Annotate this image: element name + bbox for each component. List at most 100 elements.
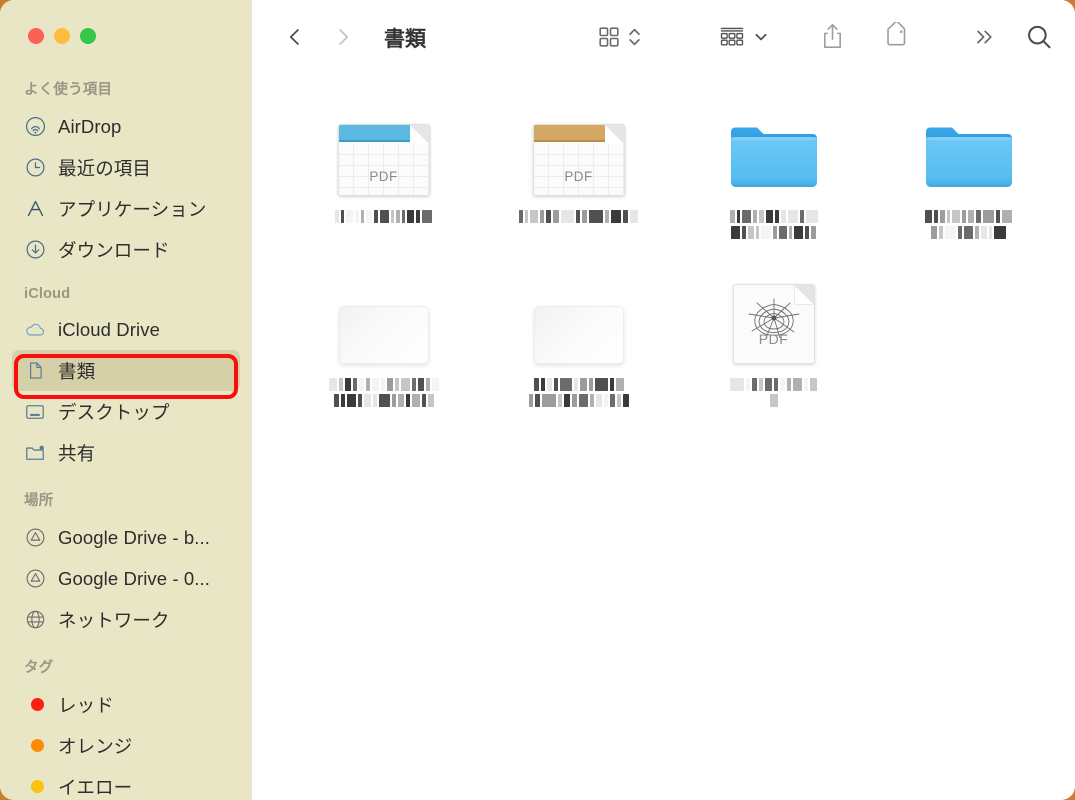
- redacted-pixel: [358, 378, 364, 391]
- tag-dot-icon: [24, 735, 46, 757]
- file-item[interactable]: PDF: [481, 98, 676, 266]
- redacted-pixel: [540, 378, 545, 391]
- sidebar-item-applications[interactable]: アプリケーション: [12, 188, 240, 229]
- chevron-right-icon: [332, 24, 354, 53]
- redacted-filename-line: [769, 394, 778, 407]
- redacted-pixel: [609, 378, 614, 391]
- sidebar-item-label: iCloud Drive: [58, 318, 160, 340]
- redacted-pixel: [416, 210, 420, 223]
- redacted-pixel: [421, 394, 426, 407]
- sidebar-item-desktop[interactable]: デスクトップ: [12, 391, 240, 432]
- file-item[interactable]: PDF: [676, 266, 871, 434]
- redacted-pixel: [623, 210, 628, 223]
- redacted-pixel: [341, 210, 344, 223]
- google-drive-icon: [24, 568, 46, 590]
- redacted-pixel: [976, 210, 981, 223]
- network-globe-icon: [24, 609, 46, 631]
- redacted-pixel: [787, 210, 798, 223]
- file-thumbnail: PDF: [337, 104, 430, 196]
- sidebar-item-documents[interactable]: 書類: [12, 350, 240, 391]
- redacted-filename-line: [333, 394, 434, 407]
- more-toolbar-items-button[interactable]: [971, 25, 997, 52]
- redacted-pixel: [752, 378, 757, 391]
- redacted-pixel: [589, 210, 603, 223]
- arrange-by-button[interactable]: [719, 25, 769, 52]
- redacted-pixel: [603, 394, 608, 407]
- sidebar-item-airdrop[interactable]: AirDrop: [12, 106, 240, 147]
- redacted-pixel: [525, 210, 528, 223]
- forward-button[interactable]: [326, 21, 360, 55]
- file-name[interactable]: [871, 210, 1066, 239]
- redacted-pixel: [546, 378, 552, 391]
- share-button[interactable]: [819, 22, 846, 54]
- file-name[interactable]: [286, 378, 481, 407]
- pdf-document-icon: PDF: [732, 284, 815, 364]
- redacted-pixel: [530, 210, 538, 223]
- redacted-pixel: [417, 378, 424, 391]
- redacted-pixel: [616, 394, 621, 407]
- sidebar-item-tag-red[interactable]: レッド: [12, 684, 240, 725]
- sidebar-item-icloud-drive[interactable]: iCloud Drive: [12, 309, 240, 350]
- share-icon: [819, 22, 846, 54]
- group-by-icon: [719, 25, 745, 52]
- file-name[interactable]: [676, 378, 871, 407]
- sidebar-item-recents[interactable]: 最近の項目: [12, 147, 240, 188]
- redacted-pixel: [378, 394, 390, 407]
- sidebar-item-tag-yellow[interactable]: イエロー: [12, 766, 240, 800]
- redacted-pixel: [805, 226, 809, 239]
- redacted-pixel: [780, 378, 785, 391]
- redacted-pixel: [605, 210, 609, 223]
- redacted-pixel: [563, 394, 570, 407]
- pdf-calendar-icon: PDF: [532, 124, 625, 196]
- redacted-pixel: [357, 394, 362, 407]
- redacted-pixel: [380, 378, 385, 391]
- redacted-pixel: [805, 210, 818, 223]
- file-name[interactable]: [481, 378, 676, 407]
- sidebar-item-tag-orange[interactable]: オレンジ: [12, 725, 240, 766]
- redacted-filename-line: [925, 210, 1012, 223]
- redacted-filename-line: [335, 210, 432, 223]
- back-button[interactable]: [278, 21, 312, 55]
- redacted-pixel: [422, 210, 432, 223]
- redacted-pixel: [741, 210, 751, 223]
- redacted-pixel: [730, 378, 744, 391]
- file-thumbnail: [728, 104, 820, 196]
- redacted-pixel: [939, 226, 943, 239]
- redacted-pixel: [945, 226, 956, 239]
- redacted-pixel: [769, 394, 778, 407]
- view-as-button[interactable]: [597, 25, 641, 52]
- redacted-pixel: [546, 210, 551, 223]
- redacted-pixel: [931, 226, 937, 239]
- file-item[interactable]: [481, 266, 676, 434]
- redacted-pixel: [363, 394, 371, 407]
- redacted-pixel: [528, 394, 533, 407]
- sidebar-item-label: 最近の項目: [58, 157, 152, 179]
- minimize-window-button[interactable]: [54, 28, 70, 44]
- close-window-button[interactable]: [28, 28, 44, 44]
- sidebar-item-google-drive-2[interactable]: Google Drive - 0...: [12, 558, 240, 599]
- folder-icon: [728, 119, 820, 196]
- file-item[interactable]: [286, 266, 481, 434]
- sidebar-item-downloads[interactable]: ダウンロード: [12, 229, 240, 270]
- redacted-pixel: [611, 210, 621, 223]
- file-thumbnail: PDF: [732, 272, 815, 364]
- redacted-pixel: [793, 378, 802, 391]
- redacted-pixel: [372, 394, 377, 407]
- add-tags-button[interactable]: [882, 20, 911, 54]
- redacted-pixel: [338, 378, 343, 391]
- file-name[interactable]: [481, 210, 676, 223]
- file-item[interactable]: [871, 98, 1066, 266]
- file-item[interactable]: PDF: [286, 98, 481, 266]
- file-item[interactable]: [676, 98, 871, 266]
- sidebar-item-google-drive-1[interactable]: Google Drive - b...: [12, 517, 240, 558]
- redacted-pixel: [975, 226, 979, 239]
- maximize-window-button[interactable]: [80, 28, 96, 44]
- redacted-pixel: [799, 210, 804, 223]
- sidebar-item-shared[interactable]: 共有: [12, 432, 240, 473]
- search-button[interactable]: [1025, 23, 1053, 54]
- redacted-pixel: [355, 210, 359, 223]
- file-name[interactable]: [676, 210, 871, 239]
- file-icon-grid[interactable]: PDF PDF PDF: [252, 76, 1075, 800]
- sidebar-item-network[interactable]: ネットワーク: [12, 599, 240, 640]
- file-name[interactable]: [286, 210, 481, 223]
